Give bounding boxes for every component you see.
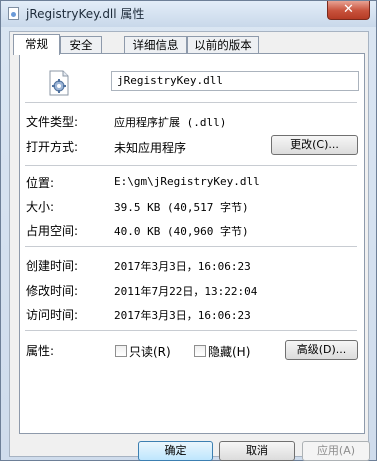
readonly-checkbox[interactable] (115, 345, 127, 357)
tab-security[interactable]: 安全 (60, 36, 102, 53)
readonly-label[interactable]: 只读(R) (129, 343, 171, 360)
close-button[interactable]: ✕ (327, 1, 370, 20)
dll-file-icon (49, 70, 69, 96)
tab-general-label: 常规 (25, 37, 48, 51)
tab-details-label: 详细信息 (132, 38, 179, 52)
general-panel (19, 53, 365, 434)
tab-details[interactable]: 详细信息 (124, 36, 187, 53)
change-button[interactable]: 更改(C)... (271, 135, 358, 155)
apply-button[interactable]: 应用(A) (302, 441, 370, 461)
file-icon-small (8, 7, 19, 20)
modified-value: 2011年7月22日，13:22:04 (114, 285, 258, 298)
created-label: 创建时间: (26, 259, 79, 273)
cancel-button[interactable]: 取消 (219, 441, 295, 461)
separator (25, 165, 357, 166)
file-type-value: 应用程序扩展 (.dll) (114, 116, 227, 129)
size-value: 39.5 KB (40,517 字节) (114, 201, 249, 214)
location-value: E:\gm\jRegistryKey.dll (114, 175, 260, 188)
open-with-label: 打开方式: (26, 140, 79, 154)
file-type-label: 文件类型: (26, 115, 79, 129)
properties-dialog: jRegistryKey.dll 属性 ✕ 常规 安全 详细信息 以前的版本 j… (0, 0, 377, 461)
hidden-checkbox[interactable] (194, 345, 206, 357)
window-title: jRegistryKey.dll 属性 (26, 7, 145, 21)
disk-size-label: 占用空间: (26, 224, 79, 238)
location-label: 位置: (26, 176, 55, 190)
separator (25, 246, 357, 247)
attributes-label: 属性: (26, 344, 55, 358)
tab-previous-versions-label: 以前的版本 (194, 38, 252, 52)
separator (25, 102, 357, 103)
tab-general[interactable]: 常规 (13, 34, 60, 55)
title-bar[interactable]: jRegistryKey.dll 属性 ✕ (1, 1, 376, 27)
created-value: 2017年3月3日，16:06:23 (114, 260, 251, 273)
advanced-button[interactable]: 高级(D)... (285, 340, 358, 360)
separator (25, 330, 357, 331)
accessed-value: 2017年3月3日，16:06:23 (114, 309, 251, 322)
file-name-input[interactable]: jRegistryKey.dll (111, 71, 359, 91)
ok-button[interactable]: 确定 (138, 441, 213, 461)
close-icon: ✕ (343, 2, 354, 17)
modified-label: 修改时间: (26, 284, 79, 298)
hidden-label[interactable]: 隐藏(H) (208, 343, 250, 360)
tab-security-label: 安全 (69, 38, 93, 52)
open-with-value: 未知应用程序 (114, 141, 187, 155)
accessed-label: 访问时间: (26, 308, 79, 322)
size-label: 大小: (26, 200, 55, 214)
disk-size-value: 40.0 KB (40,960 字节) (114, 225, 249, 238)
tab-previous-versions[interactable]: 以前的版本 (187, 36, 259, 53)
